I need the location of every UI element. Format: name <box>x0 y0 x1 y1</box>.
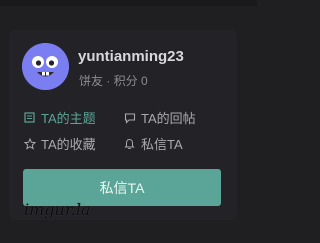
link-label: TA的主题 <box>41 111 96 126</box>
smiley-face-avatar-icon <box>22 43 69 90</box>
star-icon <box>23 137 36 150</box>
watermark: imgur.la <box>24 200 91 219</box>
link-label: TA的收藏 <box>41 137 96 152</box>
comment-icon <box>123 111 136 124</box>
link-ta-topics[interactable]: TA的主题 <box>23 108 96 127</box>
bell-icon <box>123 137 136 150</box>
user-meta: 饼友 · 积分 0 <box>79 74 148 88</box>
link-ta-replies[interactable]: TA的回帖 <box>123 108 196 127</box>
link-ta-favorites[interactable]: TA的收藏 <box>23 134 96 153</box>
link-label: TA的回帖 <box>141 111 196 126</box>
link-label: 私信TA <box>141 137 183 152</box>
user-profile-card: yuntianming23 饼友 · 积分 0 TA的主题 TA的回帖 TA的收… <box>9 30 237 220</box>
username[interactable]: yuntianming23 <box>78 48 184 65</box>
avatar[interactable] <box>22 43 69 90</box>
link-message-ta[interactable]: 私信TA <box>123 134 183 153</box>
page: yuntianming23 饼友 · 积分 0 TA的主题 TA的回帖 TA的收… <box>0 0 257 243</box>
top-divider <box>0 0 257 6</box>
list-icon <box>23 111 36 124</box>
